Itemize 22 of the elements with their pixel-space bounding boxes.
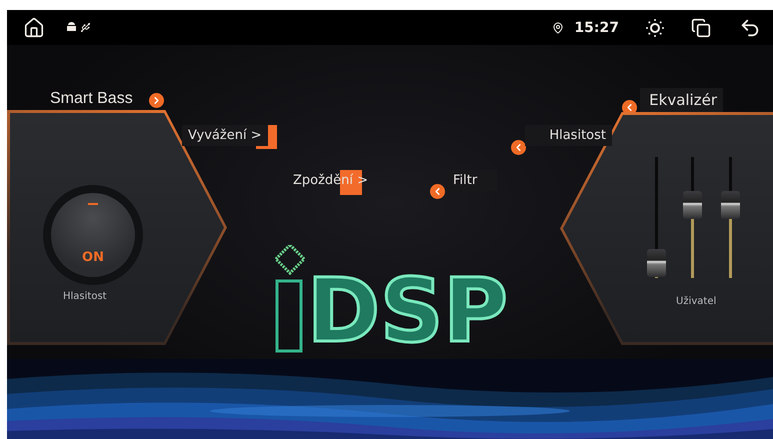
menu-link[interactable]: Hlasitost	[525, 125, 612, 146]
slider-thumb[interactable]	[683, 191, 702, 220]
volume-caption: Hlasitost	[63, 291, 107, 302]
chevron-right-icon[interactable]	[149, 93, 164, 108]
slider-fill	[691, 219, 694, 278]
android-icon	[67, 22, 76, 33]
slider-fill	[729, 219, 732, 278]
slider-thumb[interactable]	[721, 191, 740, 220]
recent-apps-icon[interactable]	[691, 18, 711, 38]
preset-caption: Uživatel	[676, 296, 716, 307]
menu-link[interactable]: Vyvážení >	[182, 125, 268, 146]
location-icon	[552, 22, 564, 34]
chevron-left-icon[interactable]	[430, 184, 445, 199]
back-icon[interactable]	[739, 16, 761, 38]
usb-icon	[80, 22, 91, 33]
home-icon[interactable]	[23, 16, 45, 38]
menu-link[interactable]: Ekvalizér	[640, 88, 723, 112]
smart-bass-title[interactable]: Smart Bass	[50, 90, 133, 108]
clock-time: 15:27	[574, 20, 619, 36]
slider-thumb[interactable]	[647, 249, 666, 278]
dsp-logo: DSP	[307, 267, 508, 355]
chevron-left-icon[interactable]	[511, 140, 526, 155]
